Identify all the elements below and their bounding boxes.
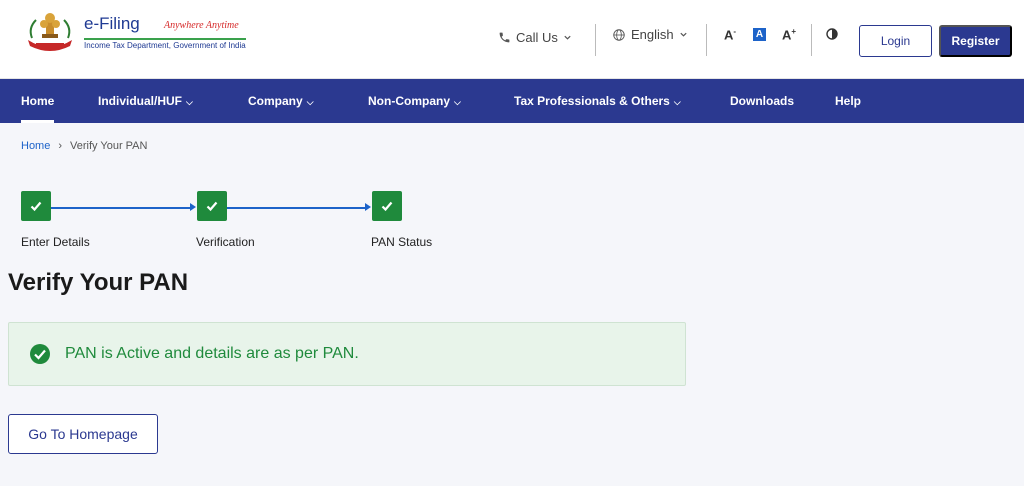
font-default-button[interactable]: A <box>753 28 766 41</box>
call-us-dropdown[interactable]: Call Us <box>498 30 572 45</box>
nav-item-non-company[interactable]: Non-Company ⌵ <box>368 79 461 123</box>
step-complete-box <box>372 191 402 221</box>
header-divider <box>706 24 707 56</box>
check-icon <box>206 201 218 212</box>
phone-icon <box>499 32 510 43</box>
breadcrumb-separator: › <box>58 140 63 152</box>
nav-label: Tax Professionals & Others <box>514 94 670 108</box>
logo-title: e-Filing <box>84 14 140 33</box>
step-complete-box <box>21 191 51 221</box>
step-connector <box>51 207 191 209</box>
logo-tagline: Anywhere Anytime <box>164 20 239 31</box>
efiling-logo[interactable]: e-Filing Anywhere Anytime Income Tax Dep… <box>22 10 246 54</box>
main-nav: Home Individual/HUF ⌵ Company ⌵ Non-Compan… <box>0 79 1024 123</box>
page-title: Verify Your PAN <box>8 269 189 296</box>
arrow-right-icon <box>365 203 371 211</box>
step-label-verification: Verification <box>196 235 255 249</box>
alert-message: PAN is Active and details are as per PAN… <box>65 345 359 362</box>
call-us-label: Call Us <box>516 30 558 45</box>
check-circle-icon <box>30 344 50 364</box>
check-icon <box>381 201 393 212</box>
chevron-down-icon: ⌵ <box>306 97 314 107</box>
success-alert: PAN is Active and details are as per PAN… <box>8 322 686 386</box>
nav-item-home[interactable]: Home <box>21 79 55 123</box>
arrow-right-icon <box>190 203 196 211</box>
nav-item-individual-huf[interactable]: Individual/HUF ⌵ <box>98 79 193 123</box>
chevron-down-icon <box>680 32 687 37</box>
national-emblem-icon <box>28 13 72 51</box>
nav-label: Downloads <box>730 94 795 108</box>
register-button[interactable]: Register <box>939 25 1012 57</box>
nav-label: Company <box>248 94 303 108</box>
go-to-homepage-button[interactable]: Go To Homepage <box>8 414 158 454</box>
nav-item-downloads[interactable]: Downloads <box>730 79 794 123</box>
breadcrumb-current: Verify Your PAN <box>70 140 148 152</box>
font-increase-button[interactable]: A+ <box>782 27 796 42</box>
language-label: English <box>631 27 674 42</box>
chevron-down-icon: ⌵ <box>186 97 193 107</box>
step-label-enter-details: Enter Details <box>21 235 90 249</box>
font-increase-label: A <box>782 27 792 43</box>
breadcrumb: Home › Verify Your PAN <box>21 140 147 152</box>
step-complete-box <box>197 191 227 221</box>
header-divider <box>595 24 596 56</box>
nav-label: Non-Company <box>368 94 450 108</box>
nav-label: Help <box>835 94 862 108</box>
font-decrease-button[interactable]: A- <box>724 27 736 42</box>
logo-subtitle: Income Tax Department, Government of Ind… <box>84 38 246 50</box>
step-connector <box>227 207 366 209</box>
site-header: e-Filing Anywhere Anytime Income Tax Dep… <box>0 0 1024 79</box>
font-decrease-label: A <box>724 27 734 43</box>
nav-item-company[interactable]: Company ⌵ <box>248 79 314 123</box>
check-icon <box>30 201 42 212</box>
breadcrumb-home-link[interactable]: Home <box>21 140 50 152</box>
globe-icon <box>613 28 625 41</box>
nav-item-tax-professionals[interactable]: Tax Professionals & Others ⌵ <box>514 79 681 123</box>
nav-label: Home <box>21 94 55 108</box>
nav-label: Individual/HUF <box>98 94 182 108</box>
chevron-down-icon <box>564 35 571 40</box>
nav-item-help[interactable]: Help <box>835 79 861 123</box>
chevron-down-icon: ⌵ <box>454 97 461 107</box>
login-button[interactable]: Login <box>859 25 932 57</box>
step-label-pan-status: PAN Status <box>371 235 433 249</box>
header-divider <box>811 24 812 56</box>
language-dropdown[interactable]: English <box>612 27 688 42</box>
chevron-down-icon: ⌵ <box>673 97 681 107</box>
contrast-icon[interactable] <box>826 28 838 40</box>
